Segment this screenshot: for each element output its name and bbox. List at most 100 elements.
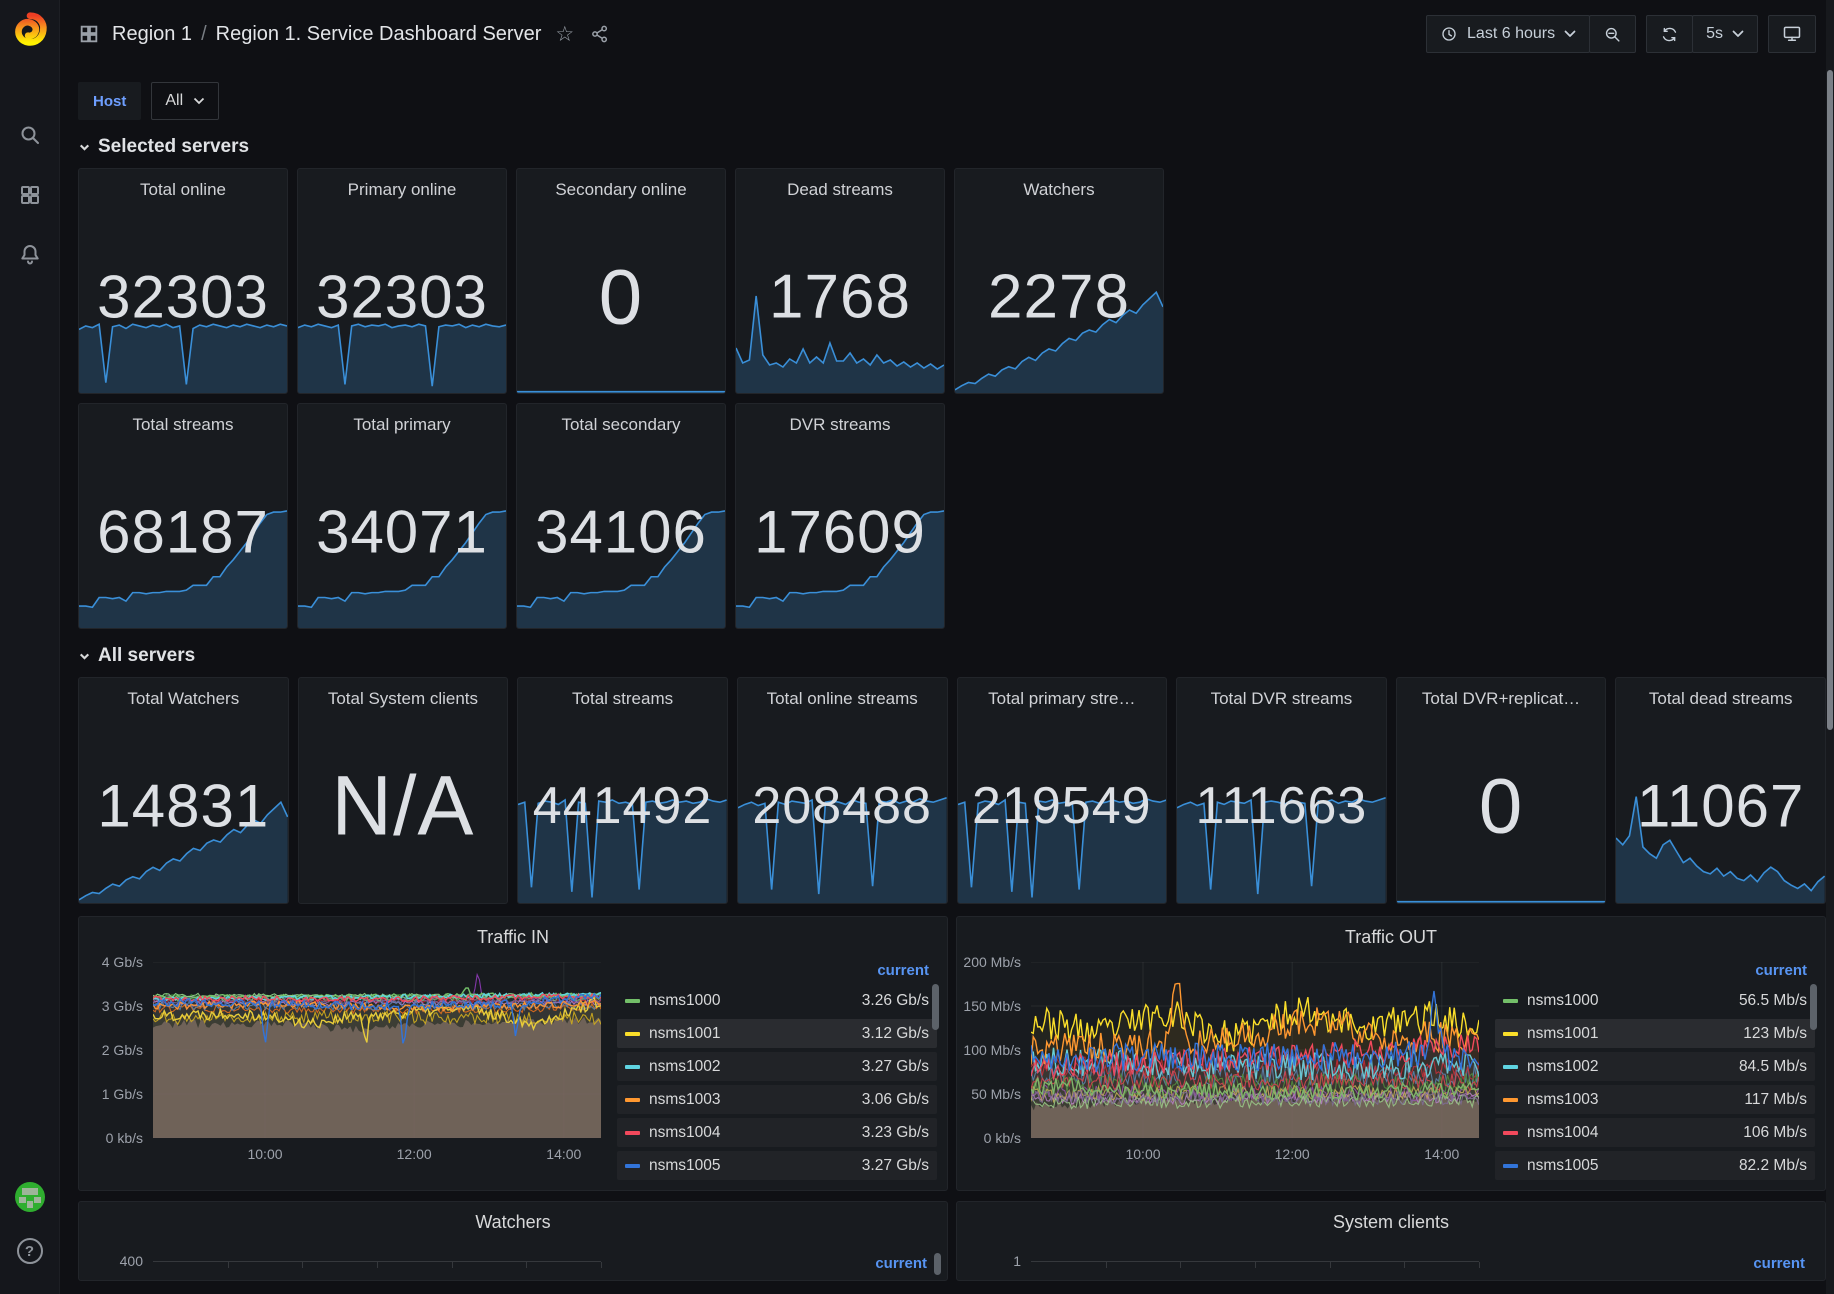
grid-tick [526,1262,527,1268]
stat-value: 11067 [1637,772,1804,841]
legend-current-header[interactable]: current [617,962,929,979]
stat-panel-title[interactable]: Total streams [518,678,727,709]
legend-series-name[interactable]: nsms1003 [1527,1091,1599,1109]
legend-current-header[interactable]: current [1479,1255,1805,1272]
stat-panel-title[interactable]: Total online [79,169,287,200]
stat-panel-title[interactable]: Secondary online [517,169,725,200]
refresh-button[interactable] [1646,15,1693,53]
topbar-controls: Last 6 hours 5s [1426,15,1816,53]
share-icon[interactable] [590,24,610,44]
tv-mode-button[interactable] [1768,15,1816,53]
system-clients-panel: System clients 1 current [956,1201,1826,1281]
legend-row: nsms1004106 Mb/s [1495,1118,1815,1147]
legend-series-name[interactable]: nsms1004 [1527,1124,1599,1142]
series-color-dash [1503,1131,1518,1135]
traffic-out-plot[interactable] [1031,962,1479,1138]
time-range-picker[interactable]: Last 6 hours [1426,15,1590,53]
legend-series-name[interactable]: nsms1000 [649,992,721,1010]
host-variable-value: All [165,92,183,110]
stat-panel-title[interactable]: Total primary [298,404,506,435]
stat-panel-title[interactable]: Total secondary [517,404,725,435]
time-controls-group: Last 6 hours [1426,15,1636,53]
legend-series-name[interactable]: nsms1002 [1527,1058,1599,1076]
dashboards-icon[interactable] [17,182,43,208]
y-axis-tick-label: 150 Mb/s [963,998,1021,1014]
legend-current-header[interactable]: current [601,1255,927,1272]
grid-tick [228,1262,229,1268]
series-color-dash [625,1164,640,1168]
legend-scrollbar[interactable] [934,1253,941,1275]
panel-title[interactable]: Watchers [89,1212,937,1233]
stat-panel-title[interactable]: Watchers [955,169,1163,200]
stat-panel-title[interactable]: Total online streams [738,678,947,709]
search-icon[interactable] [17,122,43,148]
zoom-out-button[interactable] [1589,15,1636,53]
stat-panel-title[interactable]: Total primary stre… [958,678,1167,709]
grid-tick [1180,1262,1181,1268]
page-scrollbar-thumb[interactable] [1827,70,1833,730]
stat-panel-title[interactable]: Total Watchers [79,678,288,709]
legend-series-value: 3.27 Gb/s [862,1157,929,1175]
legend-series-name[interactable]: nsms1004 [649,1124,721,1142]
stat-value: 111663 [1196,776,1368,836]
favorite-star-icon[interactable]: ☆ [555,22,574,46]
x-axis-tick-label: 14:00 [1424,1146,1459,1162]
stat-panel-title[interactable]: Total streams [79,404,287,435]
stat-panel-title[interactable]: Dead streams [736,169,944,200]
legend-series-name[interactable]: nsms1000 [1527,992,1599,1010]
stat-panel-title[interactable]: Total dead streams [1616,678,1825,709]
legend-series-name[interactable]: nsms1002 [649,1058,721,1076]
y-axis-tick-label: 2 Gb/s [102,1042,143,1058]
host-variable-label[interactable]: Host [78,82,141,120]
legend-row: nsms1000 3.26 Gb/s [617,986,937,1015]
panel-title[interactable]: System clients [967,1212,1815,1233]
legend-row: nsms10043.23 Gb/s [617,1118,937,1147]
section-all-servers[interactable]: All servers [78,645,1826,667]
breadcrumb-dashboard-title[interactable]: Region 1. Service Dashboard Server [216,23,542,46]
stat-panel-title[interactable]: Total DVR streams [1177,678,1386,709]
traffic-panels-row: Traffic IN 4 Gb/s3 Gb/s2 Gb/s1 Gb/s0 kb/… [78,916,1826,1191]
panel-title[interactable]: Traffic OUT [967,927,1815,948]
legend-series-name[interactable]: nsms1001 [1527,1025,1599,1043]
system-clients-plot[interactable] [1031,1261,1479,1281]
alerting-bell-icon[interactable] [17,242,43,268]
stat-panel-title[interactable]: Total DVR+replicat… [1397,678,1606,709]
host-variable-value-dropdown[interactable]: All [151,82,219,120]
legend-series-name[interactable]: nsms1003 [649,1091,721,1109]
watchers-plot[interactable] [153,1261,601,1281]
section-selected-servers[interactable]: Selected servers [78,136,1826,158]
series-color-dash [625,1098,640,1102]
legend-series-name[interactable]: nsms1001 [649,1025,721,1043]
x-axis: 10:0012:0014:00 [1031,1138,1479,1164]
stat-panel-title[interactable]: Primary online [298,169,506,200]
refresh-interval-picker[interactable]: 5s [1692,15,1758,53]
user-avatar[interactable] [15,1182,45,1212]
grid-tick [452,1262,453,1268]
panel-title[interactable]: Traffic IN [89,927,937,948]
legend-series-value: 3.12 Gb/s [862,1025,929,1043]
help-icon[interactable]: ? [17,1238,43,1264]
stat-panel: Dead streams1768 [735,168,945,394]
sidebar: ? [0,0,60,1294]
legend-series-value: 3.26 Gb/s [862,992,929,1010]
traffic-in-plot[interactable] [153,962,601,1138]
legend-series-value: 3.06 Gb/s [862,1091,929,1109]
stat-panel-title[interactable]: DVR streams [736,404,944,435]
variable-filters: Host All [78,82,1826,120]
series-color-dash [625,1065,640,1069]
y-axis-tick-label: 100 Mb/s [963,1042,1021,1058]
stat-panel-title[interactable]: Total System clients [299,678,508,709]
breadcrumb-folder[interactable]: Region 1 [112,23,192,46]
y-axis-tick-label: 0 kb/s [984,1130,1021,1146]
legend-scrollbar[interactable] [1810,984,1817,1030]
legend-current-header[interactable]: current [1495,962,1807,979]
page-scrollbar[interactable] [1826,0,1834,1294]
top-navigation-bar: Region 1 / Region 1. Service Dashboard S… [60,0,1834,68]
stat-row-all-servers: Total Watchers14831Total System clientsN… [78,677,1826,904]
series-color-dash [1503,1065,1518,1069]
legend-series-name[interactable]: nsms1005 [649,1157,721,1175]
legend-series-name[interactable]: nsms1005 [1527,1157,1599,1175]
traffic-in-panel: Traffic IN 4 Gb/s3 Gb/s2 Gb/s1 Gb/s0 kb/… [78,916,948,1191]
grafana-logo-icon[interactable] [11,10,49,53]
legend-scrollbar[interactable] [932,984,939,1030]
